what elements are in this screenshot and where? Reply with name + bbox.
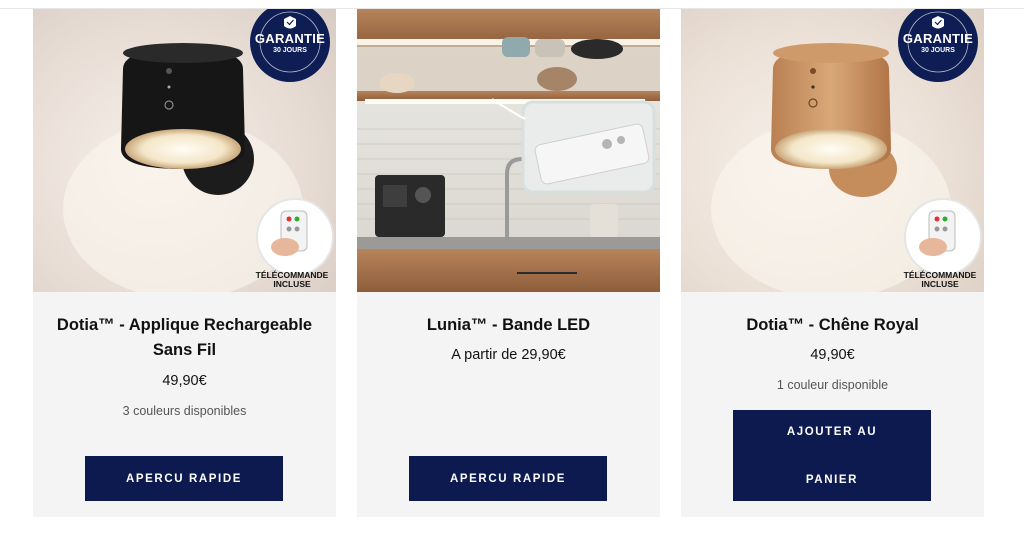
product-card-dotia-chene-royal: GARANTIE 30 JOURS TÉLÉCOMMANDE INCLUSE D… bbox=[681, 9, 984, 517]
guarantee-badge-main: GARANTIE bbox=[254, 31, 326, 46]
quick-view-button[interactable]: APERCU RAPIDE bbox=[85, 456, 283, 501]
product-price: A partir de 29,90€ bbox=[451, 347, 566, 363]
product-image-lunia-led[interactable] bbox=[357, 9, 660, 292]
guarantee-badge-sub: 30 JOURS bbox=[273, 47, 307, 54]
add-to-cart-label-line1: AJOUTER AU bbox=[786, 425, 878, 438]
product-grid: GARANTIE 30 JOURS TÉLÉCOMMANDE INCLUSE D… bbox=[33, 9, 985, 517]
product-image-dotia-chene-royal[interactable]: GARANTIE 30 JOURS TÉLÉCOMMANDE INCLUSE bbox=[681, 9, 984, 292]
color-count: 3 couleurs disponibles bbox=[122, 404, 247, 418]
quick-view-label: APERCU RAPIDE bbox=[449, 472, 566, 485]
product-title[interactable]: Lunia™ - Bande LED bbox=[357, 313, 660, 338]
add-to-cart-label-line2: PANIER bbox=[805, 473, 859, 486]
quick-view-button[interactable]: APERCU RAPIDE bbox=[409, 456, 607, 501]
product-price: 49,90€ bbox=[810, 347, 855, 363]
remote-label-line2: INCLUSE bbox=[921, 279, 959, 289]
product-price: 49,90€ bbox=[162, 373, 207, 389]
product-card-lunia-led: Lunia™ - Bande LED A partir de 29,90€ AP… bbox=[357, 9, 660, 517]
quick-view-label: APERCU RAPIDE bbox=[125, 472, 242, 485]
add-to-cart-button[interactable]: AJOUTER AU PANIER bbox=[733, 410, 931, 501]
product-card-dotia-applique: GARANTIE 30 JOURS TÉLÉCOMMANDE INCLUSE D… bbox=[33, 9, 336, 517]
product-title[interactable]: Dotia™ - Applique Rechargeable Sans Fil bbox=[33, 313, 336, 363]
guarantee-badge-sub: 30 JOURS bbox=[921, 47, 955, 54]
guarantee-badge-main: GARANTIE bbox=[902, 31, 974, 46]
remote-label-line2: INCLUSE bbox=[273, 279, 311, 289]
product-title[interactable]: Dotia™ - Chêne Royal bbox=[681, 313, 984, 338]
color-count: 1 couleur disponible bbox=[776, 378, 889, 392]
product-image-dotia-applique[interactable]: GARANTIE 30 JOURS TÉLÉCOMMANDE INCLUSE bbox=[33, 9, 336, 292]
